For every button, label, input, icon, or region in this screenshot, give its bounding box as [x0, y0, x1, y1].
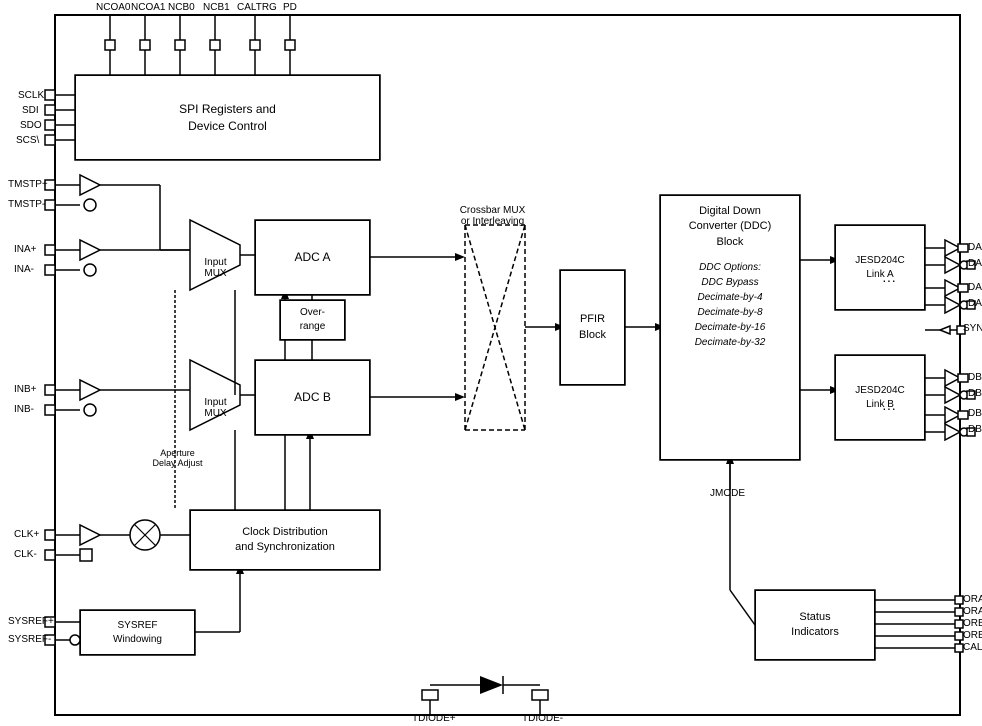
crossbar-label: Crossbar MUXor Interleaving	[435, 205, 550, 227]
jesd-b-block: JESD204CLink B	[835, 355, 925, 440]
status-indicators-block: StatusIndicators	[755, 590, 875, 660]
pin-orb0: ORB0	[963, 618, 982, 629]
pin-tmstp-neg: TMSTP-	[8, 199, 45, 210]
aperture-delay-label: ApertureDelay Adjust	[150, 448, 205, 468]
adc-b-block: ADC B	[255, 360, 370, 435]
pin-calstat: CALSTAT	[963, 642, 982, 653]
pin-scs: SCS\	[16, 135, 39, 146]
pin-ncb0: NCB0	[168, 2, 195, 13]
pin-da0-neg: DA0-	[968, 258, 982, 269]
jesd-a-block: JESD204CLink A	[835, 225, 925, 310]
overrange-block: Over-range	[280, 300, 345, 340]
clock-dist-block: Clock Distributionand Synchronization	[190, 510, 380, 570]
pin-clk-neg: CLK-	[14, 549, 37, 560]
pin-da0-pos: DA0+	[968, 242, 982, 253]
pin-dots-b: ···	[882, 400, 896, 416]
pfir-block: PFIRBlock	[560, 270, 625, 385]
adc-a-block: ADC A	[255, 220, 370, 295]
pin-jmode: JMODE	[710, 488, 745, 499]
pin-db0-pos: DB0+	[968, 372, 982, 383]
pin-ina-neg: INA-	[14, 264, 34, 275]
pin-sdi: SDI	[22, 105, 39, 116]
pin-ncb1: NCB1	[203, 2, 230, 13]
pin-ora1: ORA1	[963, 606, 982, 617]
spi-block: SPI Registers andDevice Control	[75, 75, 380, 160]
ddc-block: Digital DownConverter (DDC)Block DDC Opt…	[660, 195, 800, 460]
pin-inb-neg: INB-	[14, 404, 34, 415]
pin-ncoa1: NCOA1	[131, 2, 165, 13]
pin-tmstp-pos: TMSTP+	[8, 179, 48, 190]
pin-db7-pos: DB7+	[968, 408, 982, 419]
pin-ncoa0: NCOA0	[96, 2, 130, 13]
pin-ora0: ORA0	[963, 594, 982, 605]
pin-sysref-pos: SYSREF+	[8, 616, 54, 627]
pin-db0-neg: DB0-	[968, 388, 982, 399]
diagram: SPI Registers andDevice Control ADC A AD…	[0, 0, 982, 726]
pin-tdiode-neg: TDIODE-	[522, 713, 563, 724]
pin-tdiode-pos: TDIODE+	[412, 713, 456, 724]
pin-dots-a: ···	[882, 272, 896, 288]
pin-clk-pos: CLK+	[14, 529, 39, 540]
pin-ina-pos: INA+	[14, 244, 37, 255]
pin-sdo: SDO	[20, 120, 42, 131]
pin-pd: PD	[283, 2, 297, 13]
pin-inb-pos: INB+	[14, 384, 37, 395]
pin-syncse: SYNCSE\	[963, 323, 982, 334]
pin-sysref-neg: SYSREF-	[8, 634, 51, 645]
pin-orb1: ORB1	[963, 630, 982, 641]
pin-sclk: SCLK	[18, 90, 44, 101]
input-mux-a-label: InputMUX	[193, 246, 238, 290]
sysref-windowing-block: SYSREFWindowing	[80, 610, 195, 655]
pin-da7-neg: DA7-	[968, 298, 982, 309]
pin-db7-neg: DB7-	[968, 424, 982, 435]
pin-caltrg: CALTRG	[237, 2, 277, 13]
pin-da7-pos: DA7+	[968, 282, 982, 293]
input-mux-b-label: InputMUX	[193, 386, 238, 430]
